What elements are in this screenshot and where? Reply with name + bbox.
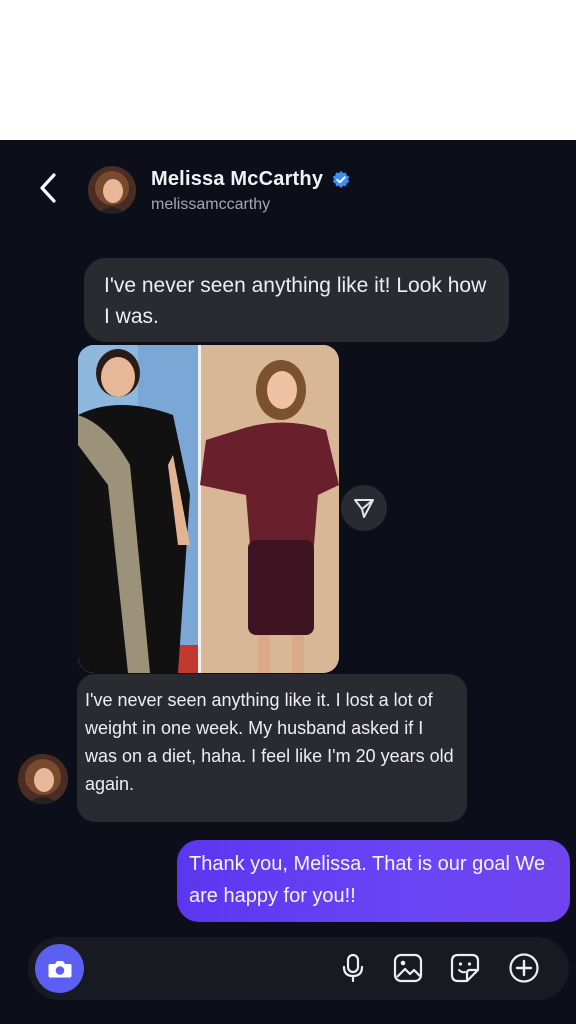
message-composer	[28, 937, 569, 1000]
gallery-button[interactable]	[391, 951, 425, 985]
sticker-icon	[450, 953, 480, 983]
camera-icon	[48, 960, 71, 977]
camera-button[interactable]	[35, 944, 84, 993]
dm-thread: Melissa McCarthy melissamccarthy I've ne…	[0, 140, 576, 1024]
incoming-message[interactable]: I've never seen anything like it! Look h…	[84, 258, 509, 342]
image-icon	[393, 953, 423, 983]
contact-handle: melissamccarthy	[151, 196, 271, 213]
thread-header: Melissa McCarthy melissamccarthy	[0, 140, 576, 232]
shared-photo[interactable]	[78, 345, 339, 673]
avatar[interactable]	[18, 754, 68, 804]
back-button[interactable]	[30, 170, 66, 206]
plus-button[interactable]	[507, 951, 541, 985]
microphone-icon	[342, 953, 364, 983]
plus-circle-icon	[509, 953, 539, 983]
verified-badge-icon	[332, 170, 350, 188]
incoming-message[interactable]: I've never seen anything like it. I lost…	[77, 674, 467, 822]
sticker-button[interactable]	[448, 951, 482, 985]
outgoing-message[interactable]: Thank you, Melissa. That is our goal We …	[177, 840, 570, 922]
message-input[interactable]	[98, 951, 318, 987]
microphone-button[interactable]	[336, 951, 370, 985]
status-area	[0, 0, 576, 140]
share-button[interactable]	[341, 485, 387, 531]
send-icon	[354, 499, 374, 518]
chevron-left-icon	[40, 173, 56, 203]
avatar[interactable]	[88, 166, 136, 214]
contact-name[interactable]: Melissa McCarthy	[151, 168, 323, 191]
